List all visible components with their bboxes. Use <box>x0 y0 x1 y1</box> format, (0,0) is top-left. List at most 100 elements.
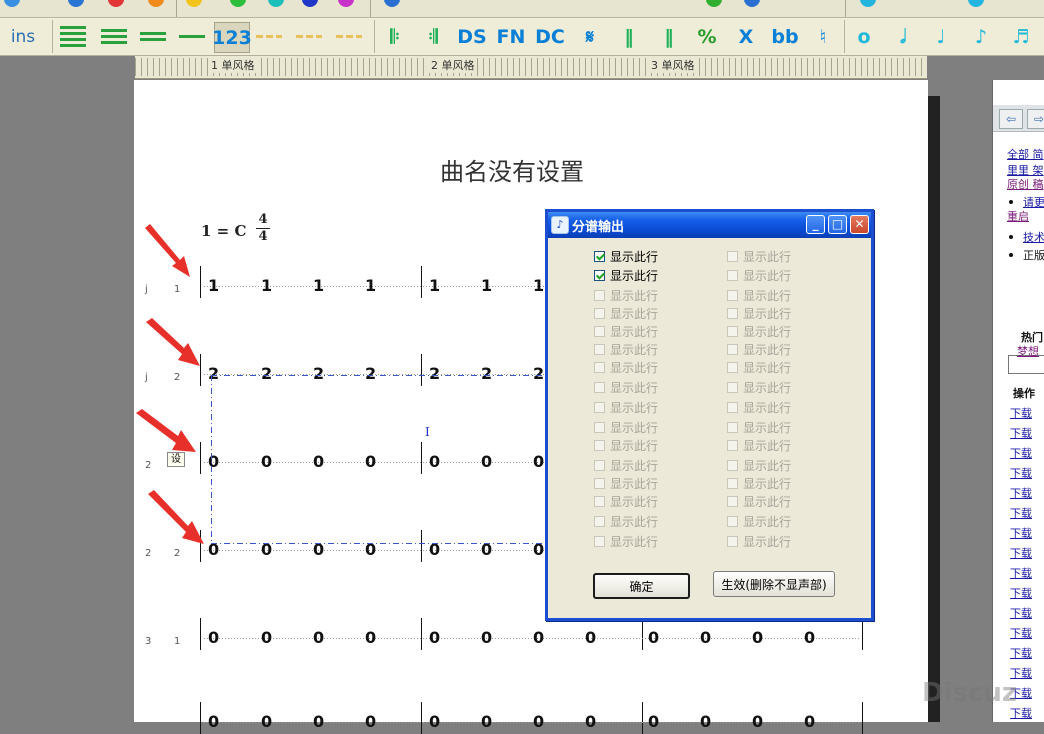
panel-link[interactable]: 技术 <box>1023 229 1044 245</box>
note[interactable]: 1 <box>365 276 376 295</box>
note[interactable]: 0 <box>261 628 272 647</box>
note[interactable]: 2 <box>533 364 544 383</box>
number-notation-button[interactable]: 123 <box>212 22 252 53</box>
insert-mode-button[interactable]: ins <box>8 22 38 51</box>
tool-icon[interactable] <box>968 0 984 7</box>
ok-button[interactable]: 确定 <box>593 573 690 599</box>
note[interactable]: 0 <box>533 628 544 647</box>
tool-icon[interactable] <box>384 0 400 7</box>
note[interactable]: 0 <box>365 452 376 471</box>
staff-line-one-icon[interactable] <box>177 22 207 51</box>
panel-link[interactable]: 全部 简 <box>1007 146 1044 162</box>
dialog-titlebar[interactable]: ♪ 分谱输出 _ □ ✕ <box>548 212 871 238</box>
panel-link[interactable]: 重启 <box>1007 208 1029 224</box>
note[interactable]: 1 <box>429 276 440 295</box>
note[interactable]: 0 <box>261 452 272 471</box>
download-link[interactable]: 下载 <box>1010 585 1032 601</box>
color-icon[interactable] <box>230 0 246 7</box>
download-link[interactable]: 下载 <box>1010 465 1032 481</box>
note[interactable]: 0 <box>752 628 763 647</box>
dash-two-icon[interactable] <box>294 22 324 51</box>
note[interactable]: 2 <box>261 364 272 383</box>
show-row-checkbox[interactable]: 显示此行 <box>594 248 658 265</box>
note[interactable]: 0 <box>481 628 492 647</box>
dc-button[interactable]: DC <box>535 22 565 51</box>
measure-repeat-icon[interactable]: % <box>692 22 722 51</box>
note[interactable]: 1 <box>481 276 492 295</box>
staff-lines-four-icon[interactable] <box>58 22 88 51</box>
panel-link[interactable]: 梦想 <box>1017 343 1039 359</box>
repeat-start-icon[interactable]: 𝄆 <box>380 22 410 51</box>
note[interactable]: 0 <box>313 452 324 471</box>
segno-icon[interactable]: 𝄋 <box>575 22 605 51</box>
note[interactable]: 0 <box>700 628 711 647</box>
show-row-checkbox[interactable]: 显示此行 <box>594 267 658 284</box>
tool-icon[interactable] <box>706 0 722 7</box>
back-arrow-icon[interactable]: ⇦ <box>999 109 1023 129</box>
time-signature[interactable]: 4 4 <box>256 213 270 244</box>
forward-arrow-icon[interactable]: ⇨ <box>1027 109 1044 129</box>
ds-button[interactable]: DS <box>457 22 487 51</box>
apply-button[interactable]: 生效(删除不显声部) <box>713 571 835 597</box>
tool-icon[interactable] <box>744 0 760 7</box>
download-link[interactable]: 下载 <box>1010 445 1032 461</box>
note-icon[interactable] <box>4 0 20 7</box>
note[interactable]: 2 <box>429 364 440 383</box>
note[interactable]: 2 <box>313 364 324 383</box>
color-icon[interactable] <box>302 0 318 7</box>
double-barline-icon[interactable]: ‖ <box>614 22 644 51</box>
note[interactable]: 1 <box>313 276 324 295</box>
download-link[interactable]: 下载 <box>1010 605 1032 621</box>
note[interactable]: 0 <box>533 452 544 471</box>
sixteenth-note-icon[interactable]: ♬ <box>1006 22 1036 51</box>
key-signature[interactable]: 1 = C <box>201 222 246 240</box>
note[interactable]: 0 <box>585 628 596 647</box>
maximize-button[interactable]: □ <box>828 215 847 234</box>
note[interactable]: 1 <box>208 276 219 295</box>
fine-button[interactable]: FN <box>496 22 526 51</box>
download-link[interactable]: 下载 <box>1010 485 1032 501</box>
eighth-note-icon[interactable]: ♪ <box>966 22 996 51</box>
x-button[interactable]: X <box>731 22 761 51</box>
color-icon[interactable] <box>108 0 124 7</box>
download-link[interactable]: 下载 <box>1010 625 1032 641</box>
repeat-end-icon[interactable]: 𝄇 <box>418 22 448 51</box>
download-link[interactable]: 下载 <box>1010 525 1032 541</box>
note[interactable]: 2 <box>481 364 492 383</box>
half-note-icon[interactable]: 𝅗𝅥 <box>888 22 918 51</box>
panel-link[interactable]: 原创 稿 <box>1007 176 1044 192</box>
staff-lines-two-icon[interactable] <box>138 22 168 51</box>
color-icon[interactable] <box>148 0 164 7</box>
note[interactable]: 1 <box>533 276 544 295</box>
final-barline-icon[interactable]: ‖ <box>654 22 684 51</box>
note[interactable]: 0 <box>208 452 219 471</box>
download-link[interactable]: 下载 <box>1010 645 1032 661</box>
minimize-button[interactable]: _ <box>806 215 825 234</box>
measure-ruler[interactable]: 1 单风格 2 单风格 3 单风格 <box>135 56 927 79</box>
download-link[interactable]: 下载 <box>1010 565 1032 581</box>
note[interactable]: 1 <box>261 276 272 295</box>
note[interactable]: 0 <box>804 628 815 647</box>
double-flat-button[interactable]: bb <box>770 22 800 51</box>
download-link[interactable]: 下载 <box>1010 405 1032 421</box>
note[interactable]: 0 <box>365 628 376 647</box>
note[interactable]: 0 <box>208 628 219 647</box>
checkbox-box[interactable] <box>594 251 605 262</box>
download-link[interactable]: 下载 <box>1010 505 1032 521</box>
natural-icon[interactable]: ♮ <box>808 22 838 51</box>
color-icon[interactable] <box>68 0 84 7</box>
dash-one-icon[interactable] <box>254 22 284 51</box>
dash-three-icon[interactable] <box>334 22 364 51</box>
close-button[interactable]: ✕ <box>850 215 869 234</box>
song-title[interactable]: 曲名没有设置 <box>440 152 584 187</box>
note[interactable]: 0 <box>481 452 492 471</box>
download-link[interactable]: 下载 <box>1010 425 1032 441</box>
quarter-note-icon[interactable]: ♩ <box>926 22 956 51</box>
color-icon[interactable] <box>268 0 284 7</box>
note[interactable]: 0 <box>313 628 324 647</box>
whole-note-icon[interactable]: o <box>849 22 879 51</box>
note[interactable]: 2 <box>365 364 376 383</box>
tool-icon[interactable] <box>860 0 876 7</box>
staff-lines-three-icon[interactable] <box>99 22 129 51</box>
color-icon[interactable] <box>186 0 202 7</box>
